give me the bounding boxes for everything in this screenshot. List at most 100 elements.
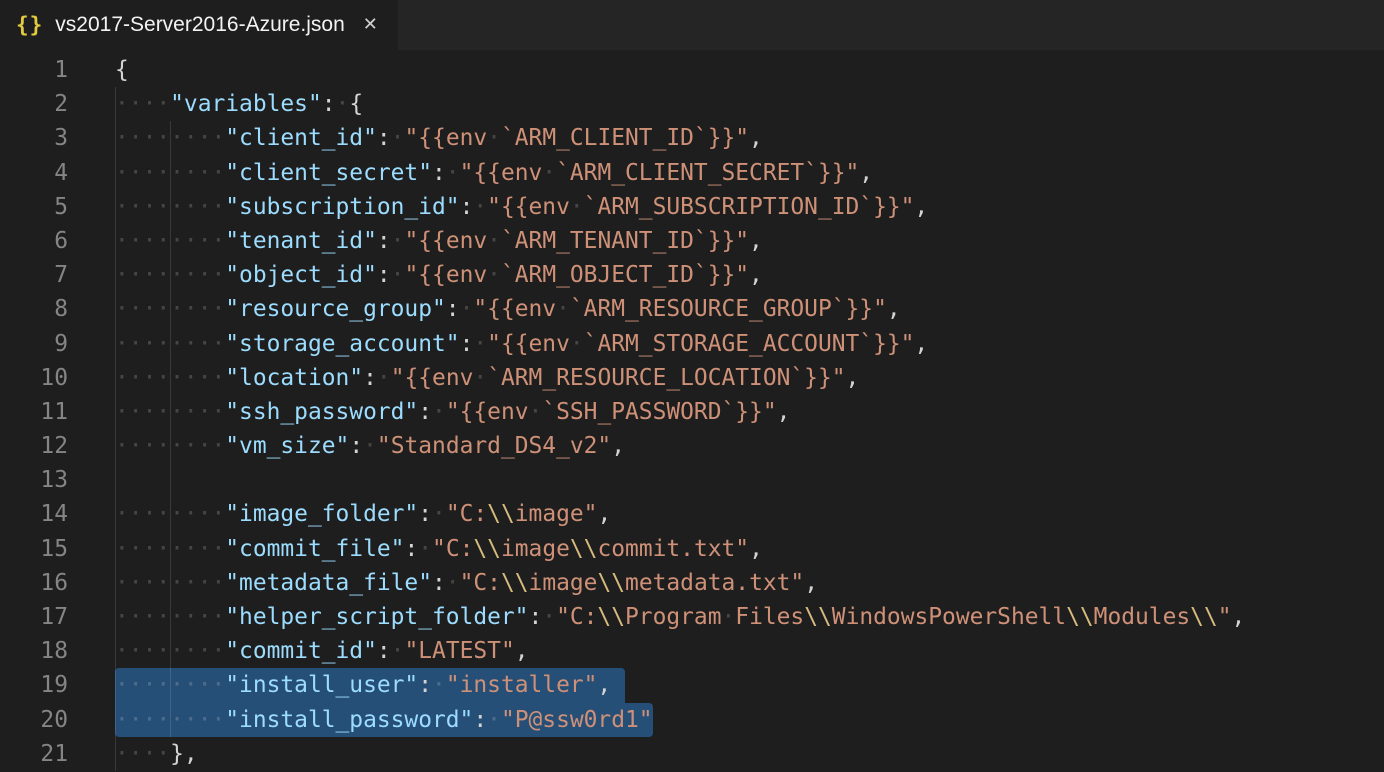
whitespace-dots: · <box>570 331 584 357</box>
code-line[interactable]: 17 ········"helper_script_folder":·"C:\\P… <box>0 600 1384 634</box>
code-line[interactable]: 19········"install_user":·"installer", <box>0 668 1384 702</box>
line-number[interactable]: 5 <box>0 190 68 224</box>
code-token: `ARM_RESOURCE_LOCATION`}}" <box>487 365 845 391</box>
whitespace-dots: ········ <box>115 672 225 698</box>
code-line-content[interactable]: ········"vm_size":·"Standard_DS4_v2", <box>115 429 625 463</box>
whitespace-dots: · <box>721 604 735 630</box>
code-line[interactable]: 18 ········"commit_id":·"LATEST", <box>0 634 1384 668</box>
line-number[interactable]: 8 <box>0 292 68 326</box>
line-number[interactable]: 11 <box>0 395 68 429</box>
code-token: "{{env <box>404 262 487 288</box>
code-token: "storage_account" <box>225 331 459 357</box>
code-line-content[interactable]: ········"object_id":·"{{env·`ARM_OBJECT_… <box>115 258 763 292</box>
tab-vs2017-server2016-azure-json[interactable]: {} vs2017-Server2016-Azure.json ✕ <box>0 0 398 50</box>
line-number[interactable]: 14 <box>0 497 68 531</box>
line-number[interactable]: 16 <box>0 566 68 600</box>
line-number[interactable]: 3 <box>0 121 68 155</box>
code-line[interactable]: 15········"commit_file":·"C:\\image\\com… <box>0 532 1384 566</box>
line-number[interactable]: 9 <box>0 327 68 361</box>
code-token: \\ <box>570 536 598 562</box>
code-line[interactable]: 3 ········"client_id":·"{{env·`ARM_CLIENT… <box>0 121 1384 155</box>
code-token: image <box>529 570 598 596</box>
code-token: commit.txt" <box>597 536 749 562</box>
line-number[interactable]: 1 <box>0 53 68 87</box>
code-token: "install_user" <box>225 672 418 698</box>
code-editor[interactable]: 1{2····"variables":·{3········"client_id… <box>0 50 1384 771</box>
code-line[interactable]: 11 ········"ssh_password":·"{{env·`SSH_PA… <box>0 395 1384 429</box>
code-token: , <box>846 365 860 391</box>
code-line-content[interactable]: ····}, <box>115 737 198 771</box>
line-number[interactable]: 17 <box>0 600 68 634</box>
code-line[interactable]: 10 ········"location":·"{{env·`ARM_RESOUR… <box>0 361 1384 395</box>
code-line-content[interactable]: ········"ssh_password":·"{{env·`SSH_PASS… <box>115 395 790 429</box>
line-number[interactable]: 18 <box>0 634 68 668</box>
code-token: "{{env <box>446 399 529 425</box>
code-line[interactable]: 5 ········"subscription_id":·"{{env·`ARM_… <box>0 190 1384 224</box>
code-line[interactable]: 14 ········"image_folder":·"C:\\image", <box>0 497 1384 531</box>
code-line-content[interactable]: ········"client_id":·"{{env·`ARM_CLIENT_… <box>115 121 763 155</box>
close-icon[interactable]: ✕ <box>363 16 378 34</box>
line-number[interactable]: 13 <box>0 463 68 497</box>
line-number[interactable]: 19 <box>0 668 68 702</box>
code-line[interactable]: 7········"object_id":·"{{env·`ARM_OBJECT… <box>0 258 1384 292</box>
code-token: `ARM_SUBSCRIPTION_ID`}}" <box>584 194 915 220</box>
code-token: : <box>404 536 418 562</box>
line-number[interactable]: 4 <box>0 156 68 190</box>
code-token: image" <box>515 501 598 527</box>
whitespace-dots: ········ <box>115 638 225 664</box>
code-token: : <box>473 707 487 733</box>
code-line-content[interactable]: ····"variables":·{ <box>115 87 363 121</box>
code-line[interactable]: 1{ <box>0 53 1384 87</box>
code-token: \\ <box>487 501 515 527</box>
code-line-content[interactable]: ········"subscription_id":·"{{env·`ARM_S… <box>115 190 928 224</box>
code-line[interactable]: 8 ········"resource_group":·"{{env·`ARM_R… <box>0 292 1384 326</box>
code-token: : <box>432 570 446 596</box>
whitespace-dots: ········ <box>115 194 225 220</box>
code-token: , <box>887 296 901 322</box>
whitespace-dots: · <box>391 638 405 664</box>
code-line[interactable]: 6 ········"tenant_id":·"{{env·`ARM_TENANT… <box>0 224 1384 258</box>
code-line[interactable]: 12 ········"vm_size":·"Standard_DS4_v2", <box>0 429 1384 463</box>
code-line-content[interactable]: ········"tenant_id":·"{{env·`ARM_TENANT_… <box>115 224 763 258</box>
line-number[interactable]: 20 <box>0 703 68 737</box>
line-number[interactable]: 21 <box>0 737 68 771</box>
whitespace-dots: · <box>487 228 501 254</box>
code-line[interactable]: 21 ····}, <box>0 737 1384 771</box>
code-line[interactable]: 4 ········"client_secret":·"{{env·`ARM_CL… <box>0 156 1384 190</box>
code-line-content[interactable]: ········"metadata_file":·"C:\\image\\met… <box>115 566 818 600</box>
code-line-content[interactable]: ········"install_password":·"P@ssw0rd1" <box>115 703 653 737</box>
line-number[interactable]: 12 <box>0 429 68 463</box>
code-line-content[interactable]: ········"image_folder":·"C:\\image", <box>115 497 611 531</box>
code-line[interactable]: 20 ········"install_password":·"P@ssw0rd1… <box>0 703 1384 737</box>
code-line-content[interactable]: ········"install_user":·"installer", <box>115 668 625 702</box>
code-token: "{{env <box>460 160 543 186</box>
code-token: `ARM_TENANT_ID`}}" <box>501 228 749 254</box>
code-line-content[interactable]: ········"resource_group":·"{{env·`ARM_RE… <box>115 292 901 326</box>
code-token: "object_id" <box>225 262 377 288</box>
code-line[interactable]: 16 ········"metadata_file":·"C:\\image\\m… <box>0 566 1384 600</box>
code-line[interactable]: 2 ····"variables":·{ <box>0 87 1384 121</box>
whitespace-dots: ········ <box>115 707 225 733</box>
code-line-content[interactable]: ········"storage_account":·"{{env·`ARM_S… <box>115 327 928 361</box>
line-number[interactable]: 7 <box>0 258 68 292</box>
code-line[interactable]: 9········"storage_account":·"{{env·`ARM_… <box>0 327 1384 361</box>
code-line-content[interactable]: ········"client_secret":·"{{env·`ARM_CLI… <box>115 156 873 190</box>
code-line-content[interactable]: ········"helper_script_folder":·"C:\\Pro… <box>115 600 1245 634</box>
code-line-content[interactable]: ········"location":·"{{env·`ARM_RESOURCE… <box>115 361 859 395</box>
code-token: : <box>377 638 391 664</box>
code-line[interactable]: 13 <box>0 463 1384 497</box>
code-line-content[interactable]: { <box>115 53 129 87</box>
code-line-content[interactable]: ········"commit_file":·"C:\\image\\commi… <box>115 532 763 566</box>
code-line-content[interactable]: ········"commit_id":·"LATEST", <box>115 634 529 668</box>
whitespace-dots: · <box>432 672 446 698</box>
line-number[interactable]: 15 <box>0 532 68 566</box>
whitespace-dots: · <box>391 262 405 288</box>
code-token: , <box>749 536 763 562</box>
code-token: "client_id" <box>225 125 377 151</box>
code-token: "C: <box>460 570 501 596</box>
line-number[interactable]: 2 <box>0 87 68 121</box>
whitespace-dots: ········ <box>115 501 225 527</box>
code-token: , <box>804 570 818 596</box>
line-number[interactable]: 6 <box>0 224 68 258</box>
line-number[interactable]: 10 <box>0 361 68 395</box>
